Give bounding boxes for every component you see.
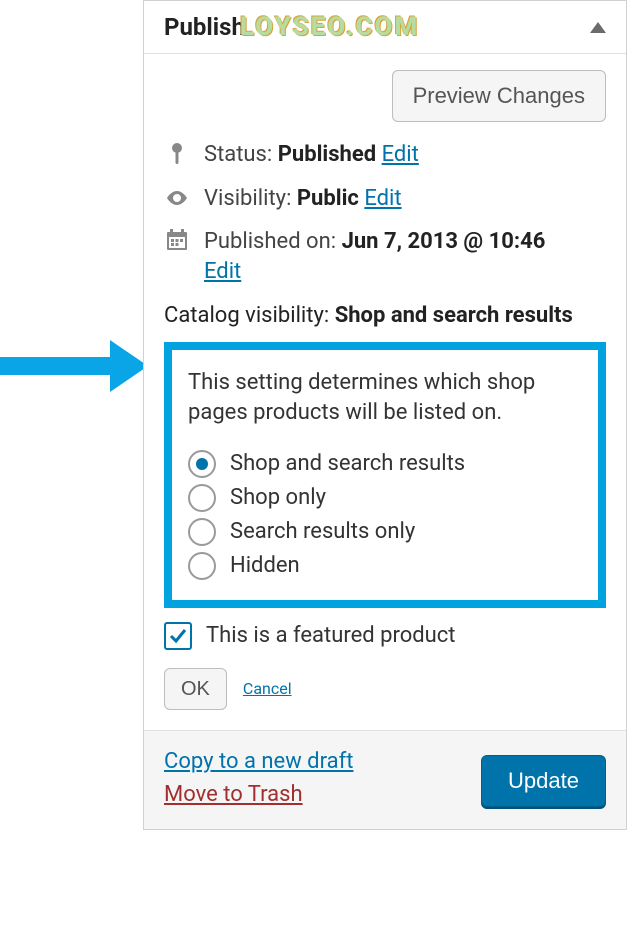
radio-icon bbox=[188, 518, 216, 546]
catalog-option-3[interactable]: Hidden bbox=[188, 552, 582, 580]
featured-product-checkbox[interactable]: This is a featured product bbox=[164, 622, 606, 650]
panel-header: Publish bbox=[144, 1, 626, 54]
visibility-row: Visibility: Public Edit bbox=[164, 184, 606, 214]
catalog-option-1[interactable]: Shop only bbox=[188, 484, 582, 512]
visibility-edit-link[interactable]: Edit bbox=[364, 186, 401, 211]
catalog-visibility-label: Catalog visibility: bbox=[164, 303, 329, 328]
published-row: Published on: Jun 7, 2013 @ 10:46 Edit bbox=[164, 227, 606, 286]
move-to-trash-link[interactable]: Move to Trash bbox=[164, 782, 353, 807]
featured-product-label: This is a featured product bbox=[206, 623, 456, 648]
panel-title: Publish bbox=[164, 13, 245, 41]
visibility-label: Visibility: bbox=[204, 186, 291, 211]
published-label: Published on: bbox=[204, 229, 336, 254]
pointer-arrow bbox=[0, 340, 148, 392]
published-value: Jun 7, 2013 @ 10:46 bbox=[342, 229, 546, 254]
radio-icon bbox=[188, 552, 216, 580]
status-edit-link[interactable]: Edit bbox=[382, 142, 419, 167]
catalog-help-text: This setting determines which shop pages… bbox=[188, 368, 582, 427]
publish-panel: Publish Preview Changes Status: Publishe… bbox=[143, 0, 627, 830]
catalog-option-0[interactable]: Shop and search results bbox=[188, 450, 582, 478]
pin-icon bbox=[164, 142, 190, 166]
ok-button[interactable]: OK bbox=[164, 668, 227, 710]
copy-draft-link[interactable]: Copy to a new draft bbox=[164, 749, 353, 774]
preview-changes-button[interactable]: Preview Changes bbox=[392, 70, 606, 122]
published-edit-link[interactable]: Edit bbox=[204, 259, 241, 284]
catalog-visibility-value: Shop and search results bbox=[335, 303, 573, 328]
collapse-toggle-icon[interactable] bbox=[590, 22, 606, 33]
catalog-visibility-row: Catalog visibility: Shop and search resu… bbox=[164, 301, 606, 331]
catalog-visibility-editor: This setting determines which shop pages… bbox=[164, 342, 606, 607]
catalog-option-label: Hidden bbox=[230, 553, 300, 578]
checkbox-icon bbox=[164, 622, 192, 650]
catalog-option-label: Search results only bbox=[230, 519, 415, 544]
update-button[interactable]: Update bbox=[481, 755, 606, 807]
catalog-option-2[interactable]: Search results only bbox=[188, 518, 582, 546]
calendar-icon bbox=[164, 229, 190, 251]
status-label: Status: bbox=[204, 142, 272, 167]
radio-icon bbox=[188, 484, 216, 512]
panel-body: Preview Changes Status: Published Edit bbox=[144, 54, 626, 730]
cancel-link[interactable]: Cancel bbox=[243, 679, 292, 698]
eye-icon bbox=[164, 186, 190, 210]
panel-footer: Copy to a new draft Move to Trash Update bbox=[144, 730, 626, 829]
status-row: Status: Published Edit bbox=[164, 140, 606, 170]
visibility-value: Public bbox=[297, 186, 359, 211]
radio-icon bbox=[188, 450, 216, 478]
catalog-option-label: Shop and search results bbox=[230, 451, 465, 476]
catalog-option-label: Shop only bbox=[230, 485, 326, 510]
status-value: Published bbox=[278, 142, 376, 167]
